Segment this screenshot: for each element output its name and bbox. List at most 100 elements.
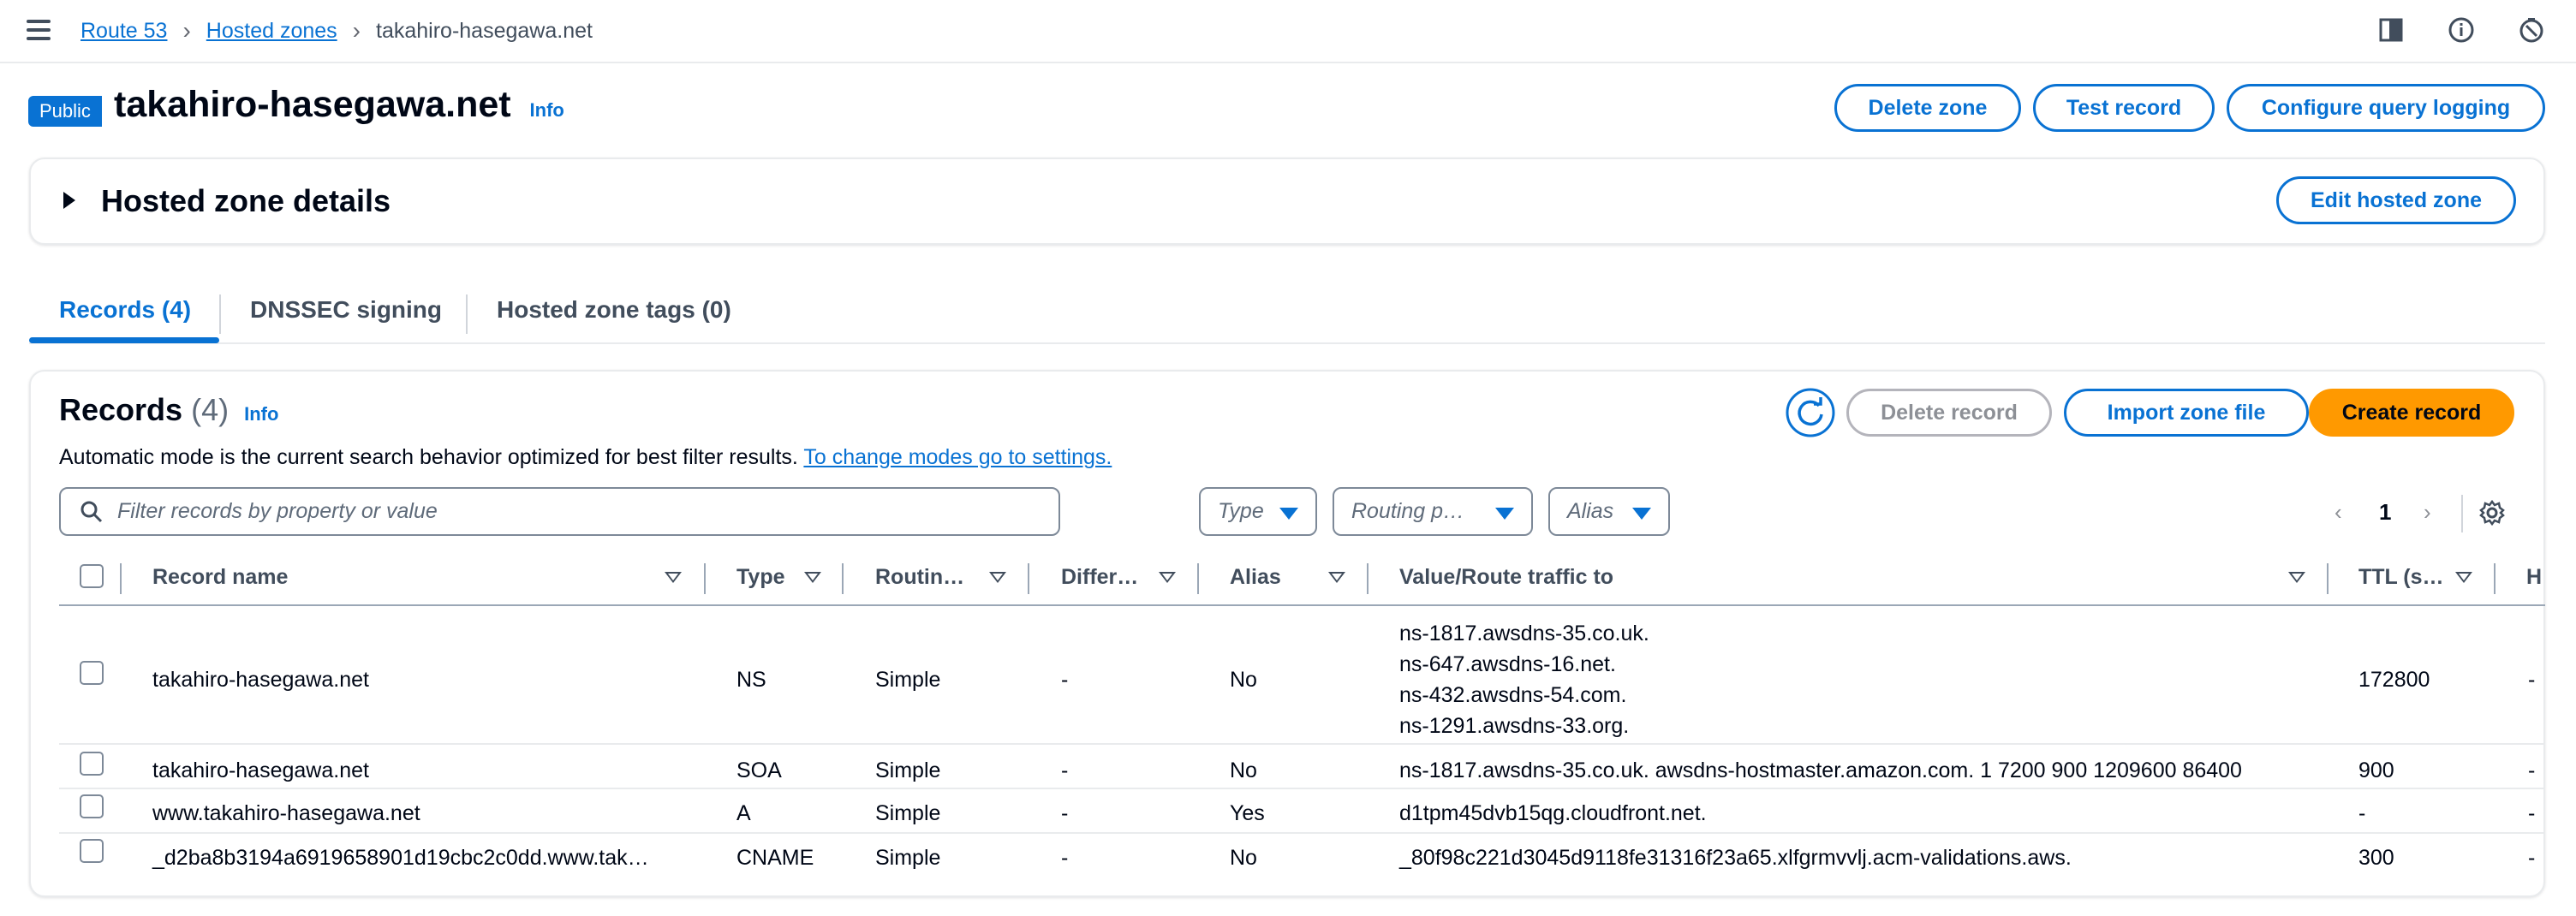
side-panel-icon[interactable] [2376, 15, 2406, 45]
tab-dnssec-signing[interactable]: DNSSEC signing [250, 296, 442, 324]
notifications-icon[interactable] [2517, 15, 2546, 45]
current-page-number[interactable]: 1 [2379, 499, 2391, 526]
search-input[interactable]: Filter records by property or value [59, 487, 1060, 536]
settings-link[interactable]: To change modes go to settings. [803, 445, 1112, 469]
record-name-cell: takahiro-hasegawa.net [152, 668, 369, 692]
create-record-button[interactable]: Create record [2309, 389, 2514, 437]
row-checkbox[interactable] [80, 661, 104, 685]
delete-zone-button[interactable]: Delete zone [1834, 84, 2021, 132]
import-zone-file-button[interactable]: Import zone file [2064, 389, 2309, 437]
search-placeholder: Filter records by property or value [117, 499, 438, 523]
search-icon [80, 501, 103, 522]
column-divider [2327, 563, 2329, 594]
alias-cell: No [1230, 668, 1257, 692]
sort-caret-icon[interactable] [989, 572, 1006, 583]
value-line: ns-647.awsdns-16.net. [1399, 652, 1616, 676]
differentiator-cell: - [1061, 846, 1069, 870]
delete-record-button[interactable]: Delete record [1846, 389, 2052, 437]
records-info-link[interactable]: Info [244, 403, 278, 425]
record-name-cell: www.takahiro-hasegawa.net [152, 801, 420, 825]
column-divider [1367, 563, 1368, 594]
description-text: Automatic mode is the current search beh… [59, 445, 798, 469]
edit-hosted-zone-button[interactable]: Edit hosted zone [2276, 176, 2516, 224]
caret-down-icon [1632, 508, 1651, 520]
hosted-zone-details-toggle[interactable]: Hosted zone details [101, 183, 391, 219]
column-divider [1028, 563, 1029, 594]
differentiator-cell: - [1061, 758, 1069, 782]
table-row[interactable]: _d2ba8b3194a6919658901d19cbc2c0dd.www.ta… [59, 836, 2545, 878]
breadcrumb: Route 53 › Hosted zones › takahiro-haseg… [80, 17, 593, 45]
column-type[interactable]: Type [736, 565, 785, 590]
row-checkbox[interactable] [80, 752, 104, 776]
sort-caret-icon[interactable] [804, 572, 821, 583]
chevron-right-icon: › [352, 17, 361, 44]
value-cell: ns-1817.awsdns-35.co.uk. awsdns-hostmast… [1399, 758, 2242, 782]
sort-caret-icon[interactable] [665, 572, 682, 583]
configure-query-logging-button[interactable]: Configure query logging [2227, 84, 2545, 132]
differentiator-cell: - [1061, 801, 1069, 825]
tab-divider [466, 294, 468, 334]
sort-caret-icon[interactable] [1328, 572, 1345, 583]
table-row[interactable]: www.takahiro-hasegawa.net A Simple - Yes… [59, 791, 2545, 834]
public-badge: Public [28, 96, 102, 127]
menu-icon[interactable] [26, 17, 51, 43]
gear-icon[interactable] [2478, 499, 2506, 526]
sort-caret-icon[interactable] [2288, 572, 2305, 583]
record-name-cell: _d2ba8b3194a6919658901d19cbc2c0dd.www.ta… [152, 846, 649, 870]
type-filter-label: Type [1218, 499, 1264, 523]
record-type-cell: SOA [736, 758, 782, 782]
alias-filter-select[interactable]: Alias [1548, 487, 1670, 536]
column-routing-policy[interactable]: Routin… [875, 565, 964, 590]
record-type-cell: NS [736, 668, 766, 692]
sort-caret-icon[interactable] [1159, 572, 1176, 583]
value-cell: d1tpm45dvb15qg.cloudfront.net. [1399, 801, 1707, 825]
ttl-cell: - [2358, 801, 2366, 825]
type-filter-select[interactable]: Type [1199, 487, 1317, 536]
ttl-cell: 900 [2358, 758, 2394, 782]
column-record-name[interactable]: Record name [152, 565, 288, 590]
tab-hosted-zone-tags[interactable]: Hosted zone tags (0) [497, 296, 731, 324]
table-row[interactable]: takahiro-hasegawa.net SOA Simple - No ns… [59, 746, 2545, 789]
chevron-right-icon: › [182, 17, 191, 44]
records-count: (4) [191, 392, 230, 427]
alias-filter-label: Alias [1567, 499, 1614, 523]
column-divider [1197, 563, 1199, 594]
routing-policy-filter-select[interactable]: Routing p… [1333, 487, 1533, 536]
select-all-checkbox[interactable] [80, 564, 104, 588]
caret-right-icon[interactable] [63, 192, 75, 213]
caret-down-icon [1279, 508, 1298, 520]
column-alias[interactable]: Alias [1230, 565, 1281, 590]
column-health-check[interactable]: H [2526, 565, 2542, 590]
value-line: ns-432.awsdns-54.com. [1399, 683, 1627, 707]
routing-cell: Simple [875, 801, 941, 825]
alias-cell: No [1230, 846, 1257, 870]
routing-cell: Simple [875, 668, 941, 692]
row-checkbox[interactable] [80, 794, 104, 818]
sort-caret-icon[interactable] [2455, 572, 2472, 583]
active-tab-indicator [29, 337, 219, 343]
column-differentiator[interactable]: Differ… [1061, 565, 1138, 590]
record-type-cell: A [736, 801, 751, 825]
column-ttl[interactable]: TTL (s… [2358, 565, 2444, 590]
refresh-icon[interactable] [1785, 387, 1836, 438]
breadcrumb-hosted-zones[interactable]: Hosted zones [206, 19, 337, 44]
column-value[interactable]: Value/Route traffic to [1399, 565, 1613, 590]
records-table-header: Record name Type Routin… Differ… Alias V… [59, 553, 2545, 606]
records-title: Records [59, 392, 183, 427]
routing-cell: Simple [875, 758, 941, 782]
info-link[interactable]: Info [530, 99, 564, 121]
test-record-button[interactable]: Test record [2033, 84, 2215, 132]
info-circle-icon[interactable] [2447, 15, 2476, 45]
tab-bar: Records (4) DNSSEC signing Hosted zone t… [29, 288, 2545, 344]
next-page-icon[interactable]: › [2424, 499, 2431, 526]
health-check-cell: - [2528, 801, 2536, 825]
column-divider [120, 563, 122, 594]
alias-cell: Yes [1230, 801, 1265, 825]
breadcrumb-route53[interactable]: Route 53 [80, 19, 167, 44]
previous-page-icon[interactable]: ‹ [2334, 499, 2342, 526]
column-divider [2494, 563, 2496, 594]
row-checkbox[interactable] [80, 839, 104, 863]
table-row[interactable]: takahiro-hasegawa.net NS Simple - No ns-… [59, 608, 2545, 745]
tab-records[interactable]: Records (4) [59, 296, 191, 324]
hosted-zone-details-panel: Hosted zone details Edit hosted zone [29, 158, 2545, 245]
